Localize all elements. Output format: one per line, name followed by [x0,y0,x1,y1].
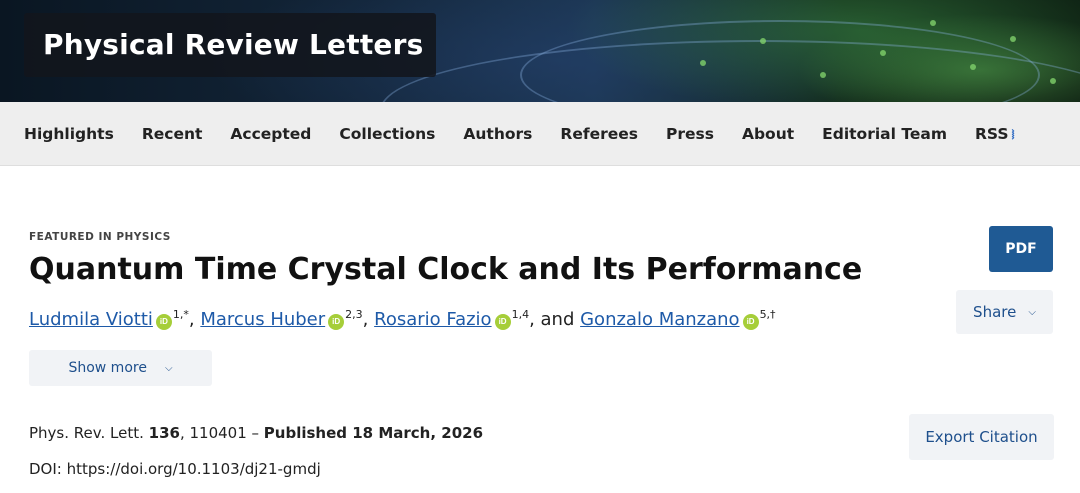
banner-dot-decoration [930,20,936,26]
nav-highlights[interactable]: Highlights [24,125,114,143]
show-more-button[interactable]: Show more ⌵ [29,350,212,386]
author-link[interactable]: Marcus Huber [200,309,325,330]
pdf-button[interactable]: PDF [989,226,1053,272]
banner-dot-decoration [760,38,766,44]
nav-referees[interactable]: Referees [560,125,638,143]
doi-line[interactable]: DOI: https://doi.org/10.1103/dj21-gmdj [29,460,321,478]
journal-logo-link[interactable]: Physical Review Letters [24,13,436,77]
article-title: Quantum Time Crystal Clock and Its Perfo… [29,252,863,287]
banner-dot-decoration [700,60,706,66]
share-label: Share [973,303,1017,321]
citation-journal: Phys. Rev. Lett. [29,424,149,442]
author-separator: , and [529,309,581,330]
orcid-icon[interactable]: iD [328,314,345,330]
journal-banner: Physical Review Letters [0,0,1080,102]
main-nav: Highlights Recent Accepted Collections A… [0,102,1080,166]
banner-dot-decoration [1010,36,1016,42]
nav-rss[interactable]: RSS ⧘ [975,125,1015,143]
author-affiliation[interactable]: 5,† [760,308,776,321]
article-kicker: FEATURED IN PHYSICS [29,231,171,243]
nav-rss-label: RSS [974,124,1009,143]
orcid-icon[interactable]: iD [155,314,172,330]
citation-line: Phys. Rev. Lett. 136, 110401 – Published… [29,424,483,442]
chevron-down-icon: ⌵ [164,362,173,374]
author-list: Ludmila Viotti iD1,*, Marcus Huber iD2,3, … [29,308,776,330]
nav-about[interactable]: About [742,125,794,143]
banner-arc-decoration [520,20,1040,102]
nav-recent[interactable]: Recent [142,125,203,143]
share-button[interactable]: Share ⌵ [956,290,1053,334]
citation-volume: 136 [148,424,180,442]
banner-dot-decoration [820,72,826,78]
citation-published-date: Published 18 March, 2026 [263,424,484,442]
author-separator: , [188,309,201,330]
orcid-icon[interactable]: iD [494,314,511,330]
author-affiliation[interactable]: 1,4 [512,308,530,321]
author-separator: , [362,309,375,330]
show-more-label: Show more [68,360,147,376]
nav-authors[interactable]: Authors [463,125,532,143]
banner-dot-decoration [970,64,976,70]
author-affiliation[interactable]: 1,* [173,308,189,321]
nav-editorial-team[interactable]: Editorial Team [822,125,947,143]
banner-dot-decoration [880,50,886,56]
orcid-icon[interactable]: iD [742,314,759,330]
citation-article-number: , 110401 – [179,424,264,442]
banner-dot-decoration [1050,78,1056,84]
nav-accepted[interactable]: Accepted [230,125,311,143]
author-link[interactable]: Rosario Fazio [374,309,491,330]
chevron-down-icon: ⌵ [1028,306,1036,318]
rss-icon: ⧘ [1011,126,1015,143]
nav-collections[interactable]: Collections [339,125,435,143]
export-citation-button[interactable]: Export Citation [909,414,1054,460]
author-link[interactable]: Gonzalo Manzano [580,309,739,330]
author-affiliation[interactable]: 2,3 [345,308,363,321]
author-link[interactable]: Ludmila Viotti [29,309,153,330]
nav-press[interactable]: Press [666,125,714,143]
